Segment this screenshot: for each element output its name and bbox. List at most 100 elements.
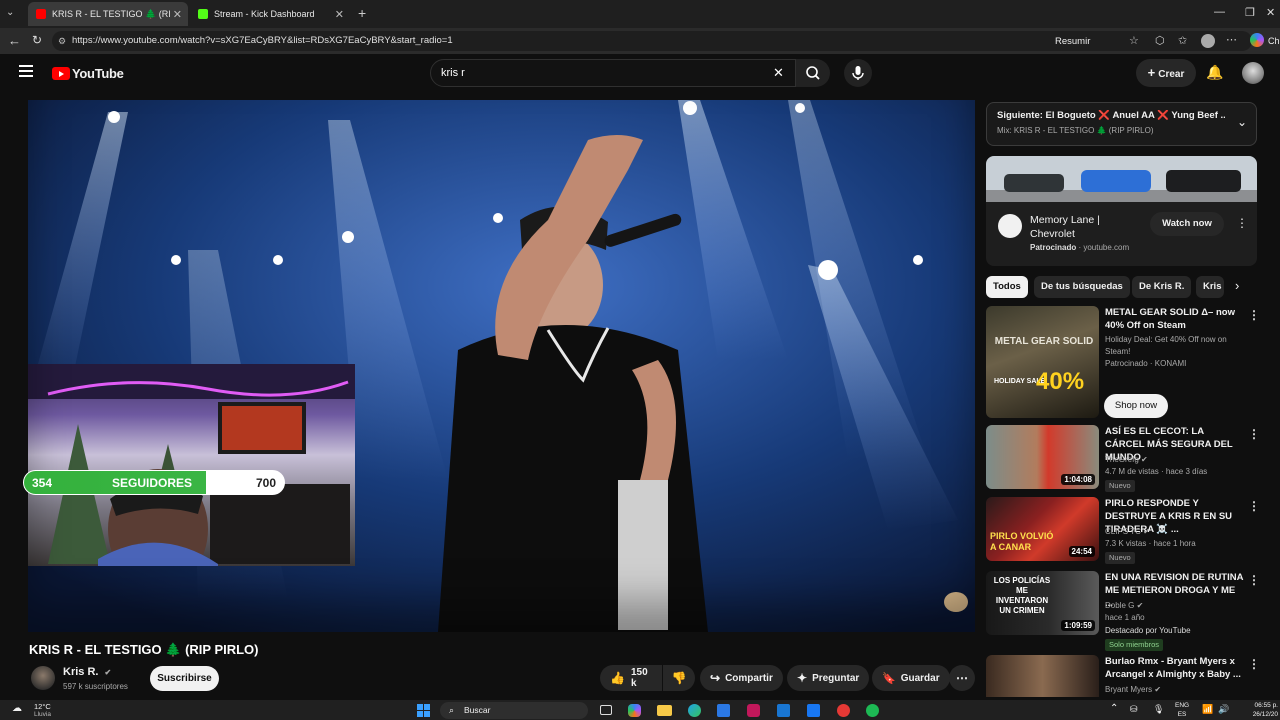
close-window-icon[interactable]: ✕: [1266, 6, 1275, 19]
copilot-app-icon[interactable]: [628, 704, 641, 717]
ad-more-icon[interactable]: ⋮: [1236, 216, 1248, 230]
like-button[interactable]: 👍 150 k: [600, 665, 662, 691]
follower-count: 354: [32, 475, 53, 490]
edge-browser-icon[interactable]: [688, 704, 701, 717]
youtube-logo[interactable]: YouTube: [52, 66, 124, 81]
notifications-bell-icon[interactable]: 🔔: [1206, 64, 1223, 81]
account-avatar[interactable]: [1242, 62, 1264, 84]
chip-kris[interactable]: Kris: [1196, 276, 1224, 298]
plus-icon: +: [1147, 65, 1156, 80]
dislike-button[interactable]: 👎: [663, 665, 695, 691]
store-icon[interactable]: [717, 704, 730, 717]
shop-now-button[interactable]: Shop now: [1104, 394, 1168, 418]
reload-icon[interactable]: ↻: [32, 33, 42, 47]
rec-title: Burlao Rmx - Bryant Myers x Arcangel x A…: [1105, 656, 1241, 680]
create-button[interactable]: + Crear: [1136, 59, 1196, 87]
taskbar-search[interactable]: ⌕ Buscar: [440, 702, 588, 719]
tab-list-chevron-icon[interactable]: ⌄: [6, 7, 20, 21]
file-explorer-icon[interactable]: [657, 705, 672, 716]
up-next-panel[interactable]: Siguiente: El Bogueto ❌ Anuel AA ❌ Yung …: [986, 102, 1257, 146]
close-tab-icon[interactable]: ✕: [173, 8, 182, 21]
favorites-icon[interactable]: ✩: [1178, 34, 1187, 47]
rec-channel-name: TheGrefg: [1105, 455, 1139, 464]
more-vert-icon[interactable]: ⋮: [1248, 499, 1260, 513]
spotify-icon[interactable]: [866, 704, 879, 717]
save-button[interactable]: 🔖 Guardar: [872, 665, 950, 691]
clock[interactable]: 06:55 p. 26/12/20: [1240, 701, 1278, 719]
new-tab-icon[interactable]: +: [358, 5, 366, 21]
clear-search-icon[interactable]: ✕: [773, 60, 784, 86]
video-player[interactable]: [28, 100, 975, 632]
up-next-title: Siguiente: El Bogueto ❌ Anuel AA ❌ Yung …: [997, 110, 1225, 121]
ad-title-line1: Memory Lane |: [1030, 214, 1100, 226]
video-thumbnail[interactable]: LOS POLICÍAS ME INVENTARON UN CRIMEN 1:0…: [986, 571, 1099, 635]
list-item[interactable]: 1:04:08 ASÍ ES EL CECOT: LA CÁRCEL MÁS S…: [986, 425, 1276, 492]
network-tray-icon[interactable]: ⛁: [1130, 704, 1138, 715]
site-info-icon[interactable]: ⚙: [58, 31, 66, 51]
chip-de-tus-busquedas[interactable]: De tus búsquedas: [1034, 276, 1130, 298]
follower-label: SEGUIDORES: [111, 475, 192, 490]
voice-search-button[interactable]: [844, 59, 872, 87]
tab-kick-dashboard[interactable]: Stream - Kick Dashboard ✕: [190, 2, 350, 26]
like-count: 150 k: [630, 667, 648, 689]
search-button[interactable]: [796, 59, 830, 87]
ad-banner-image: [986, 156, 1257, 202]
list-item[interactable]: PIRLO VOLVIÓ A CANAR 24:54 PIRLO RESPOND…: [986, 497, 1276, 564]
more-vert-icon[interactable]: ⋮: [1248, 308, 1260, 322]
chip-de-kris-r[interactable]: De Kris R.: [1132, 276, 1192, 298]
list-item[interactable]: METAL GEAR SOLID HOLIDAY SALE 40% METAL …: [986, 306, 1276, 420]
more-actions-button[interactable]: ⋯: [949, 665, 975, 691]
share-button[interactable]: ↪ Compartir: [700, 665, 783, 691]
app-icon[interactable]: [747, 704, 760, 717]
more-vert-icon[interactable]: ⋮: [1248, 573, 1260, 587]
list-item[interactable]: LOS POLICÍAS ME INVENTARON UN CRIMEN 1:0…: [986, 571, 1276, 651]
minimize-icon[interactable]: —: [1214, 6, 1225, 18]
up-next-subtitle: Mix: KRIS R - EL TESTIGO 🌲 (RIP PIRLO): [997, 126, 1154, 135]
task-view-icon[interactable]: [600, 705, 612, 715]
maximize-icon[interactable]: ❐: [1245, 6, 1255, 19]
channel-avatar[interactable]: [31, 666, 55, 690]
video-thumbnail[interactable]: 1:04:08: [986, 425, 1099, 489]
menu-icon[interactable]: [19, 65, 33, 77]
save-label: Guardar: [900, 672, 940, 684]
profile-avatar[interactable]: [1201, 34, 1215, 48]
show-hidden-icons-chevron-icon[interactable]: ⌃: [1110, 703, 1118, 714]
app-icon[interactable]: [837, 704, 850, 717]
volume-icon[interactable]: 🔊: [1218, 704, 1229, 715]
start-button[interactable]: [417, 704, 430, 717]
verified-check-icon: ✔: [104, 668, 112, 677]
chevron-down-icon[interactable]: ⌄: [1237, 115, 1247, 129]
back-icon[interactable]: ←: [8, 33, 21, 48]
video-thumbnail[interactable]: PIRLO VOLVIÓ A CANAR 24:54: [986, 497, 1099, 561]
copilot-icon[interactable]: [1250, 33, 1264, 47]
subscribe-button[interactable]: Suscribirse: [150, 666, 219, 691]
clock-time: 06:55 p.: [1254, 702, 1279, 709]
channel-name[interactable]: Kris R. ✔: [63, 666, 111, 678]
more-menu-icon[interactable]: ⋯: [1226, 33, 1237, 46]
more-vert-icon[interactable]: ⋮: [1248, 427, 1260, 441]
more-vert-icon[interactable]: ⋮: [1248, 657, 1260, 671]
rec-channel-name: CLIPS TC: [1105, 527, 1141, 536]
bookmark-star-icon[interactable]: ☆: [1129, 34, 1139, 47]
chip-todos[interactable]: Todos: [986, 276, 1028, 298]
ad-watch-now-button[interactable]: Watch now: [1150, 212, 1224, 236]
resumir-button[interactable]: Resumir: [1055, 36, 1090, 47]
chips-next-chevron-icon[interactable]: ›: [1235, 278, 1239, 293]
outlook-icon[interactable]: [777, 704, 790, 717]
weather-icon[interactable]: ☁: [12, 703, 22, 714]
language-indicator[interactable]: ENG ES: [1175, 701, 1189, 719]
list-item[interactable]: Burlao Rmx - Bryant Myers x Arcangel x A…: [986, 655, 1276, 697]
video-thumbnail[interactable]: METAL GEAR SOLID HOLIDAY SALE 40%: [986, 306, 1099, 418]
video-thumbnail[interactable]: [986, 655, 1099, 697]
wifi-icon[interactable]: 📶: [1202, 704, 1213, 715]
tab-youtube[interactable]: KRIS R - EL TESTIGO 🌲 (RIP PIRLO ✕: [28, 2, 188, 26]
mic-tray-icon[interactable]: 🎙: [1153, 704, 1164, 715]
facebook-icon[interactable]: [807, 704, 820, 717]
rec-description: Holiday Deal: Get 40% Off now on Steam!: [1105, 335, 1227, 356]
close-tab-icon[interactable]: ✕: [335, 8, 344, 21]
search-input[interactable]: kris r ✕: [430, 59, 796, 87]
extensions-icon[interactable]: ⬡: [1155, 34, 1165, 47]
ad-card[interactable]: Memory Lane | Chevrolet Patrocinado · yo…: [986, 156, 1257, 266]
video-duration: 1:09:59: [1061, 620, 1095, 631]
ask-button[interactable]: ✦ Preguntar: [787, 665, 870, 691]
